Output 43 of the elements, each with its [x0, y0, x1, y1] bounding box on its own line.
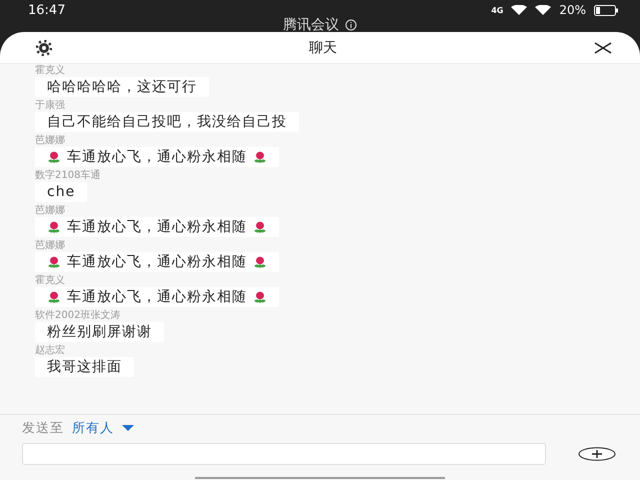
chat-title: 聊天 [309, 38, 337, 56]
rose-icon [47, 290, 61, 304]
status-time: 16:47 [28, 2, 66, 18]
network-label: 4G [491, 6, 504, 14]
sender-name: 芭娜娜 [35, 135, 65, 146]
message-text: 车通放心飞，通心粉永相随 [67, 149, 247, 165]
message-bubble: 我哥这排面 [35, 357, 134, 377]
sender-name: 霍克义 [35, 65, 65, 76]
caret-icon [122, 425, 134, 431]
settings-icon[interactable] [36, 40, 52, 56]
message-bubble: 粉丝别刷屏谢谢 [35, 322, 164, 342]
rose-icon [253, 290, 267, 304]
battery-icon [594, 4, 618, 16]
rose-icon [47, 255, 61, 269]
sender-name: 数字2108车通 [35, 170, 100, 181]
sender-name: 赵志宏 [35, 345, 65, 356]
send-to-label: 发送至 [22, 420, 64, 437]
rose-icon [253, 255, 267, 269]
meeting-title: 腾讯会议 [283, 16, 339, 34]
message-bubble: che [35, 182, 88, 202]
sender-name: 霍克义 [35, 275, 65, 286]
sender-name: 软件2002班张文涛 [35, 310, 120, 321]
sender-name: 芭娜娜 [35, 240, 65, 251]
message-text: 车通放心飞，通心粉永相随 [67, 289, 247, 305]
plus-icon [578, 447, 616, 461]
wifi-icon [511, 5, 528, 15]
message-input[interactable] [22, 443, 546, 465]
battery-percent: 20% [559, 3, 586, 17]
sender-name: 于康强 [35, 100, 65, 111]
recipient-dropdown[interactable]: 所有人 [72, 419, 134, 437]
rose-icon [47, 150, 61, 164]
rose-icon [47, 220, 61, 234]
message-text: 车通放心飞，通心粉永相随 [67, 254, 247, 270]
sender-name: 芭娜娜 [35, 205, 65, 216]
info-icon[interactable] [345, 19, 357, 31]
rose-icon [253, 220, 267, 234]
rose-icon [253, 150, 267, 164]
add-button[interactable] [578, 447, 616, 461]
message-bubble: 自己不能给自己投吧，我没给自己投 [35, 112, 299, 132]
message-text: 车通放心飞，通心粉永相随 [67, 219, 247, 235]
message-bubble: 哈哈哈哈哈，这还可行 [35, 77, 209, 97]
wifi-icon [535, 5, 552, 15]
close-icon[interactable] [594, 42, 612, 54]
